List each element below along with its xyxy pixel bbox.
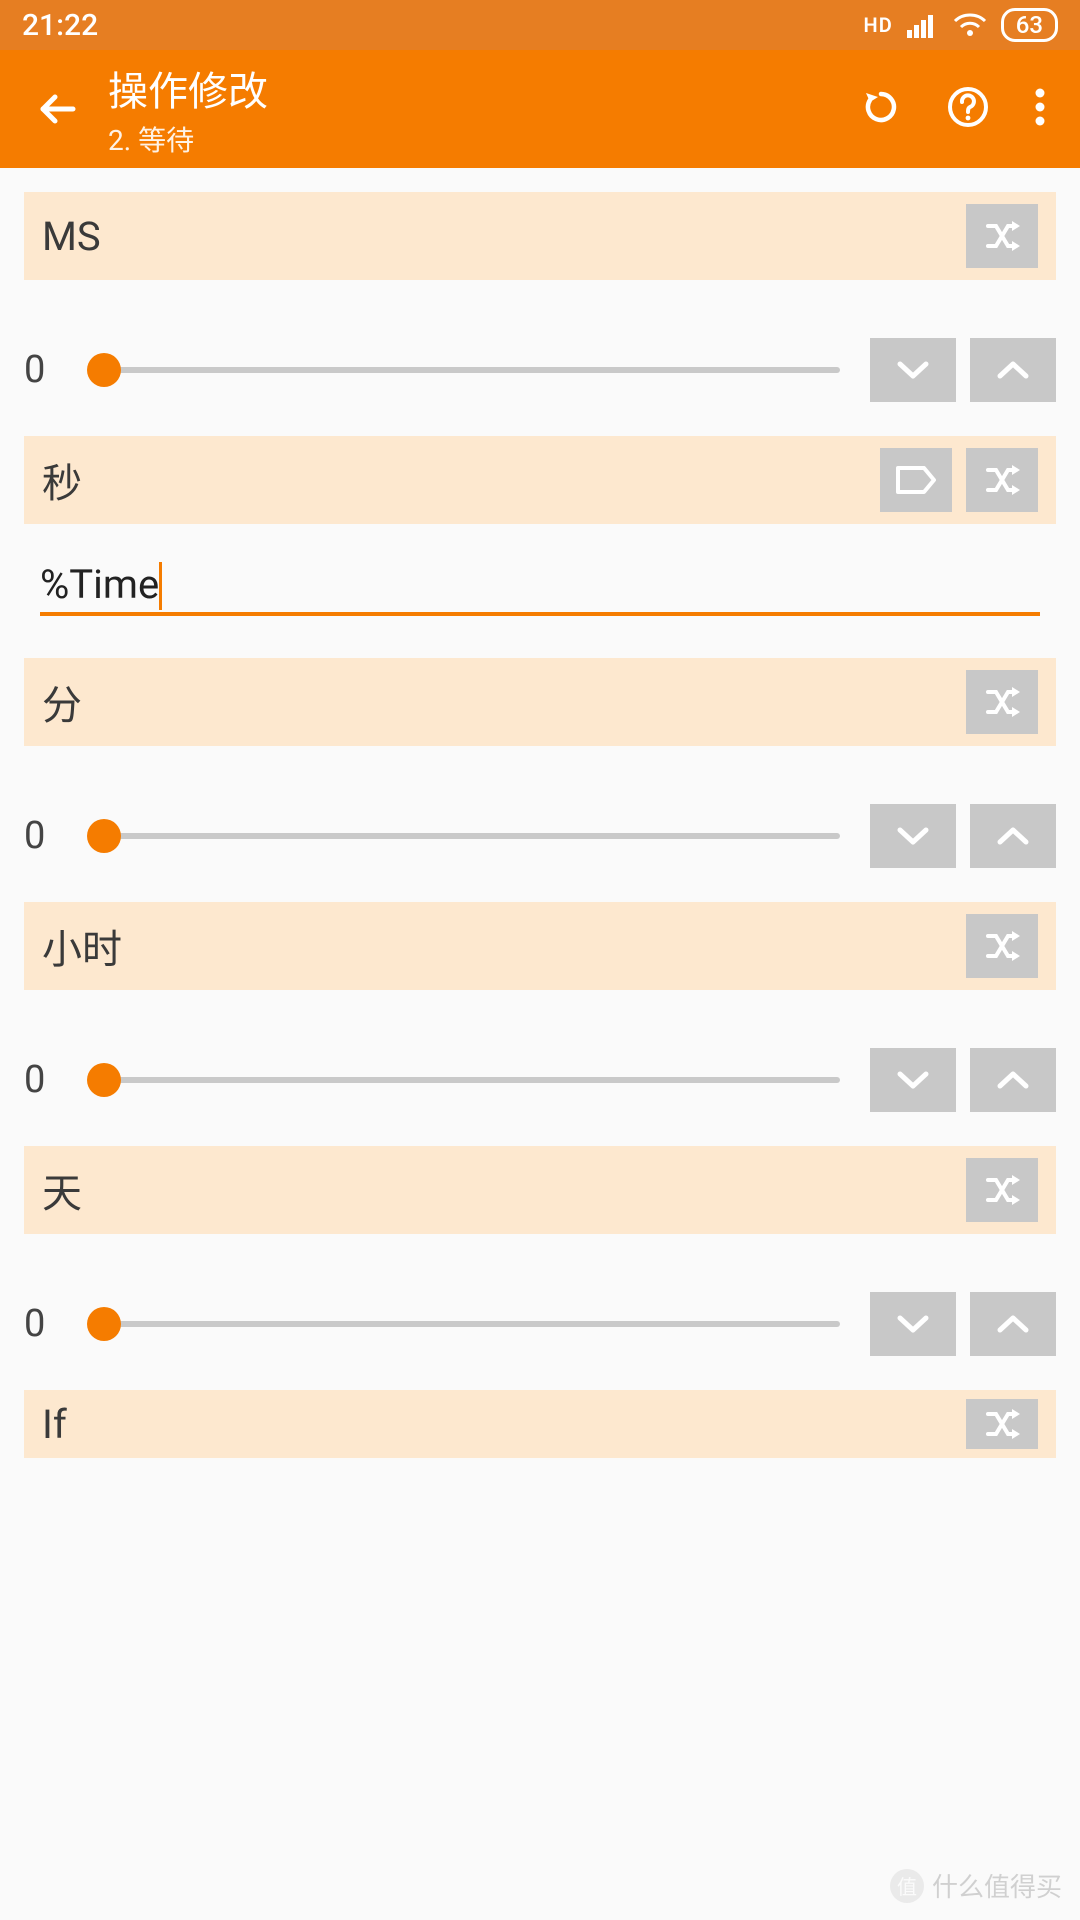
undo-button[interactable] [860, 86, 902, 132]
decrement-button-days[interactable] [870, 1292, 956, 1356]
slider-minutes[interactable] [104, 833, 840, 839]
increment-button-hours[interactable] [970, 1048, 1056, 1112]
shuffle-icon [982, 216, 1022, 256]
seconds-input-value: %Time [40, 561, 159, 612]
slider-days[interactable] [104, 1321, 840, 1327]
wifi-icon [953, 12, 987, 38]
slider-thumb-days[interactable] [87, 1307, 121, 1341]
arrow-left-icon [35, 86, 81, 132]
status-bar: 21:22 HD 63 [0, 0, 1080, 50]
increment-button-ms[interactable] [970, 338, 1056, 402]
decrement-button-ms[interactable] [870, 338, 956, 402]
slider-row-ms: 0 [0, 330, 1080, 410]
input-row-seconds: %Time [0, 524, 1080, 634]
watermark: 值 什么值得买 [890, 1867, 1062, 1904]
overflow-button[interactable] [1034, 85, 1046, 133]
shuffle-icon [982, 1170, 1022, 1210]
slider-thumb-ms[interactable] [87, 353, 121, 387]
chevron-up-icon [996, 358, 1030, 382]
chevron-down-icon [896, 358, 930, 382]
help-icon [946, 85, 990, 129]
more-vert-icon [1034, 85, 1046, 129]
shuffle-button-hours[interactable] [966, 914, 1038, 978]
status-icons: HD 63 [864, 8, 1058, 42]
slider-thumb-minutes[interactable] [87, 819, 121, 853]
app-bar: 操作修改 2. 等待 [0, 50, 1080, 168]
decrement-button-minutes[interactable] [870, 804, 956, 868]
section-label-minutes: 分 [42, 673, 966, 731]
section-label-if: If [42, 1401, 966, 1448]
shuffle-icon [982, 926, 1022, 966]
chevron-down-icon [896, 1312, 930, 1336]
help-button[interactable] [946, 85, 990, 133]
section-header-if: If [24, 1390, 1056, 1458]
section-label-hours: 小时 [42, 917, 966, 975]
hd-indicator: HD [864, 13, 893, 37]
appbar-actions [860, 85, 1056, 133]
appbar-subtitle: 2. 等待 [108, 119, 860, 159]
chevron-up-icon [996, 1312, 1030, 1336]
shuffle-button-if[interactable] [966, 1399, 1038, 1449]
section-header-days: 天 [24, 1146, 1056, 1234]
section-label-ms: MS [42, 213, 966, 260]
appbar-title: 操作修改 [108, 59, 860, 117]
seconds-input[interactable]: %Time [40, 554, 1040, 616]
undo-icon [860, 86, 902, 128]
slider-ms[interactable] [104, 367, 840, 373]
increment-button-minutes[interactable] [970, 804, 1056, 868]
chevron-up-icon [996, 824, 1030, 848]
shuffle-button-days[interactable] [966, 1158, 1038, 1222]
text-caret [159, 562, 162, 610]
shuffle-icon [982, 682, 1022, 722]
signal-icon [907, 12, 939, 38]
increment-button-days[interactable] [970, 1292, 1056, 1356]
chevron-up-icon [996, 1068, 1030, 1092]
slider-row-hours: 0 [0, 1040, 1080, 1120]
shuffle-icon [982, 460, 1022, 500]
slider-row-days: 0 [0, 1284, 1080, 1364]
chevron-down-icon [896, 1068, 930, 1092]
section-header-minutes: 分 [24, 658, 1056, 746]
shuffle-button-seconds[interactable] [966, 448, 1038, 512]
slider-thumb-hours[interactable] [87, 1063, 121, 1097]
watermark-text: 什么值得买 [932, 1867, 1062, 1904]
chevron-down-icon [896, 824, 930, 848]
tag-icon [894, 464, 938, 496]
slider-hours[interactable] [104, 1077, 840, 1083]
back-button[interactable] [18, 86, 98, 132]
battery-indicator: 63 [1001, 8, 1058, 42]
section-header-seconds: 秒 [24, 436, 1056, 524]
section-label-days: 天 [42, 1161, 966, 1219]
watermark-logo-icon: 值 [890, 1869, 924, 1903]
shuffle-icon [982, 1404, 1022, 1444]
section-header-hours: 小时 [24, 902, 1056, 990]
slider-row-minutes: 0 [0, 796, 1080, 876]
decrement-button-hours[interactable] [870, 1048, 956, 1112]
section-header-ms: MS [24, 192, 1056, 280]
tag-button-seconds[interactable] [880, 448, 952, 512]
appbar-titles: 操作修改 2. 等待 [98, 59, 860, 159]
section-label-seconds: 秒 [42, 451, 880, 509]
shuffle-button-ms[interactable] [966, 204, 1038, 268]
shuffle-button-minutes[interactable] [966, 670, 1038, 734]
content-scroll[interactable]: MS 0 秒 %Time 分 [0, 168, 1080, 1920]
status-time: 21:22 [22, 8, 98, 43]
